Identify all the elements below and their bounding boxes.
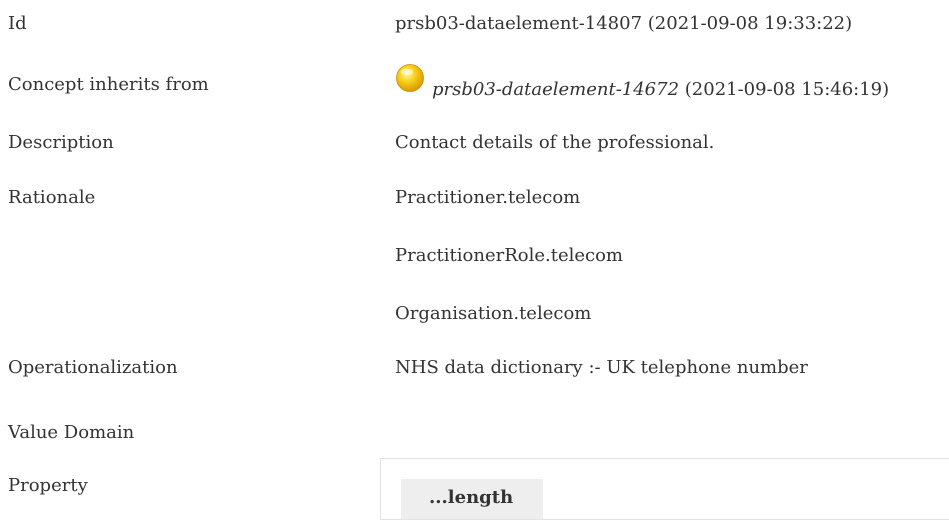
- inherits-label: Concept inherits from: [8, 74, 209, 95]
- description-value: Contact details of the professional.: [395, 132, 715, 153]
- rationale-line: Practitioner.telecom: [395, 187, 581, 208]
- id-value: prsb03-dataelement-14807 (2021-09-08 19:…: [395, 13, 853, 34]
- property-label: Property: [8, 475, 88, 496]
- value-domain-label: Value Domain: [8, 422, 135, 443]
- operationalization-label: Operationalization: [8, 357, 178, 378]
- property-header-text: ...length: [429, 487, 514, 508]
- inherits-date: (2021-09-08 15:46:19): [679, 79, 890, 100]
- property-header-cell: ...length: [401, 479, 543, 519]
- rationale-line: Organisation.telecom: [395, 303, 592, 324]
- property-table: ...length: [380, 458, 949, 520]
- rationale-label: Rationale: [8, 187, 96, 208]
- description-label: Description: [8, 132, 114, 153]
- rationale-line: PractitionerRole.telecom: [395, 245, 623, 266]
- concept-detail-page: { "id_row": { "label": "Id", "value": "p…: [0, 0, 949, 520]
- operationalization-value: NHS data dictionary :- UK telephone numb…: [395, 357, 808, 378]
- yellow-circle-icon: [396, 64, 424, 92]
- inherits-value: prsb03-dataelement-14672 (2021-09-08 15:…: [432, 78, 889, 102]
- id-label: Id: [8, 13, 27, 34]
- inherits-ref-link[interactable]: prsb03-dataelement-14672: [432, 79, 679, 100]
